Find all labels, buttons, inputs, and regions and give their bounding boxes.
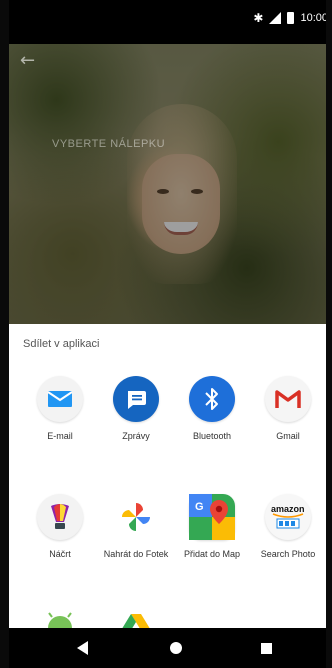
bluetooth-icon: ✱ xyxy=(253,11,264,25)
share-app-label: Zprávy xyxy=(122,431,150,441)
google-photos-icon xyxy=(113,494,159,540)
navigation-bar xyxy=(0,628,332,668)
share-app-gmail[interactable]: Gmail xyxy=(249,376,326,442)
back-icon xyxy=(76,641,88,655)
share-app-label: Nahrát do Fotek xyxy=(103,549,169,559)
google-drive-icon xyxy=(113,602,159,628)
amazon-icon: amazon xyxy=(265,494,311,540)
share-app-messages[interactable]: Zprávy xyxy=(97,376,175,442)
device-frame-right xyxy=(326,0,332,668)
arrow-back-icon[interactable]: ← xyxy=(20,50,35,71)
battery-icon xyxy=(287,12,295,24)
share-app-android[interactable] xyxy=(21,602,99,628)
status-time: 10:00 xyxy=(300,12,328,24)
status-bar: ✱ 10:00 xyxy=(0,0,332,44)
svg-text:amazon: amazon xyxy=(271,504,305,514)
share-sheet-title: Sdílet v aplikaci xyxy=(23,338,100,350)
google-maps-icon: G xyxy=(189,494,235,540)
share-sheet: Sdílet v aplikaci E-mail Zprávy Bluetoot… xyxy=(9,324,326,628)
gmail-icon xyxy=(265,376,311,422)
signal-icon xyxy=(269,12,282,24)
share-app-search-photo[interactable]: amazon Search Photo xyxy=(249,494,326,560)
share-app-google-photos[interactable]: Nahrát do Fotek xyxy=(97,494,175,560)
svg-text:G: G xyxy=(195,501,204,513)
share-app-label: Bluetooth xyxy=(192,431,232,441)
photo-caption: VYBERTE NÁLEPKU xyxy=(52,138,166,150)
nav-back-button[interactable] xyxy=(62,628,102,668)
share-app-label: Náčrt xyxy=(49,549,71,559)
status-icons: ✱ 10:00 xyxy=(253,12,328,24)
share-app-label: Přidat do Map xyxy=(183,549,241,559)
share-app-google-drive[interactable] xyxy=(97,602,175,628)
recents-icon xyxy=(260,642,272,654)
bluetooth-icon xyxy=(189,376,235,422)
nav-recents-button[interactable] xyxy=(246,628,286,668)
share-app-label: Search Photo xyxy=(260,549,316,559)
photo-preview xyxy=(9,44,326,324)
home-icon xyxy=(170,642,182,654)
share-app-sketch[interactable]: Náčrt xyxy=(21,494,99,560)
share-app-email[interactable]: E-mail xyxy=(21,376,99,442)
android-icon xyxy=(37,602,83,628)
share-app-google-maps[interactable]: G Přidat do Map xyxy=(173,494,251,560)
sketch-icon xyxy=(37,494,83,540)
email-icon xyxy=(37,376,83,422)
nav-home-button[interactable] xyxy=(156,628,196,668)
share-app-label: E-mail xyxy=(47,431,73,441)
device-frame-left xyxy=(0,0,9,668)
photo-dim-overlay xyxy=(9,44,326,324)
share-app-bluetooth[interactable]: Bluetooth xyxy=(173,376,251,442)
messages-icon xyxy=(113,376,159,422)
share-app-label: Gmail xyxy=(276,431,300,441)
